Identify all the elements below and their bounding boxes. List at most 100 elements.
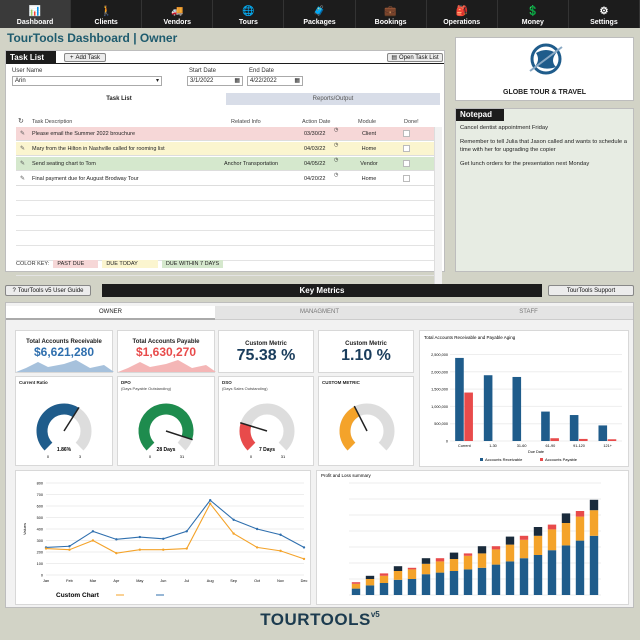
metric-tab-staff[interactable]: STAFF bbox=[424, 306, 633, 320]
user-guide-button[interactable]: ? TourTools v5 User Guide bbox=[5, 285, 91, 296]
nav-tours[interactable]: 🌐 Tours bbox=[213, 0, 285, 28]
nav-operations[interactable]: 🎒 Operations bbox=[427, 0, 498, 28]
line-point bbox=[232, 518, 235, 521]
pl-bar bbox=[365, 579, 375, 586]
task-row[interactable]: ✎ Please email the Summer 2022 brouchure 0… bbox=[16, 127, 434, 141]
line-point bbox=[138, 535, 142, 539]
metric-tab-managment[interactable]: MANAGMENT bbox=[215, 306, 424, 320]
kpi-sparkline bbox=[16, 360, 114, 372]
task-row[interactable]: ✎ Send seating chart to Tom Anchor Transpo… bbox=[16, 157, 434, 171]
task-edit-icon[interactable]: ✎ bbox=[20, 145, 25, 152]
kpi-value: 75.38 % bbox=[236, 347, 296, 364]
nav-label: Money bbox=[521, 19, 544, 26]
nav-dashboard[interactable]: 📊 Dashboard bbox=[0, 0, 72, 28]
task-description: Mary from the Hilton in Nashville called… bbox=[32, 145, 165, 152]
notepad-line: Cancel dentist appointment Friday bbox=[460, 125, 548, 131]
task-edit-icon[interactable]: ✎ bbox=[20, 175, 25, 182]
y-tick-label: 2,500,000 bbox=[431, 353, 448, 357]
nav-packages[interactable]: 🧳 Packages bbox=[284, 0, 356, 28]
gauge-title: DPO bbox=[121, 380, 131, 385]
gauge-card: Current Ratio 1.86% 0 3 bbox=[15, 376, 113, 466]
start-date-label: Start Date bbox=[189, 68, 217, 74]
legend-swatch bbox=[540, 458, 543, 461]
key-metrics-header: Key Metrics bbox=[102, 284, 542, 297]
x-tick-label: Apr bbox=[113, 579, 120, 583]
task-related-info: Anchor Transportation bbox=[224, 160, 279, 167]
bookings-icon: 💼 bbox=[384, 6, 397, 17]
refresh-icon[interactable]: ↻ bbox=[18, 117, 24, 125]
metric-tab-owner[interactable]: OWNER bbox=[6, 306, 215, 320]
gauge: 7 Days 0 31 bbox=[239, 403, 295, 459]
aging-chart-card: Total Accounts Receivable and Payable Ag… bbox=[419, 330, 629, 467]
task-row[interactable]: ✎ Final payment due for August Brodway To… bbox=[16, 172, 434, 186]
x-tick-label: 91-120 bbox=[573, 444, 585, 448]
x-tick-label: May bbox=[136, 579, 143, 583]
user-name-select[interactable]: Arin ▾ bbox=[12, 76, 162, 86]
task-action-date: 04/05/22 bbox=[304, 160, 326, 167]
line-point bbox=[232, 532, 235, 535]
support-button[interactable]: TourTools Support bbox=[548, 285, 634, 296]
x-tick-label: Dec bbox=[301, 579, 308, 583]
pl-bar bbox=[575, 540, 585, 595]
nav-label: Clients bbox=[94, 19, 118, 26]
task-edit-icon[interactable]: ✎ bbox=[20, 160, 25, 167]
task-row[interactable]: ✎ Mary from the Hilton in Nashville calle… bbox=[16, 142, 434, 156]
line-point bbox=[208, 499, 212, 502]
line-point bbox=[279, 549, 282, 553]
y-tick-label: 100 bbox=[37, 562, 43, 566]
settings-icon: ⚙ bbox=[599, 6, 609, 17]
add-task-button[interactable]: + Add Task bbox=[64, 53, 106, 62]
gauge-title: Current Ratio bbox=[19, 380, 48, 385]
nav-clients[interactable]: 🚶 Clients bbox=[71, 0, 143, 28]
tab-reports-output[interactable]: Reports/Output bbox=[226, 93, 440, 105]
x-tick-label: 61-90 bbox=[545, 444, 555, 448]
nav-money[interactable]: 💲 Money bbox=[498, 0, 569, 28]
y-tick-label: 0 bbox=[41, 574, 43, 578]
y-tick-label: 1,500,000 bbox=[431, 388, 448, 392]
kpi-card: Total Accounts Receivable $6,621,280 bbox=[15, 330, 114, 373]
pl-bar bbox=[351, 582, 361, 584]
table-scrollbar[interactable] bbox=[434, 127, 442, 297]
nav-settings[interactable]: ⚙ Settings bbox=[569, 0, 640, 28]
start-date-input[interactable]: 3/1/2022 ▦ bbox=[187, 76, 243, 86]
gauge: 1.86% 0 3 bbox=[36, 403, 92, 459]
kpi-value: $6,621,280 bbox=[33, 345, 95, 359]
kpi-value: $1,630,270 bbox=[135, 345, 197, 359]
task-action-date: 04/03/22 bbox=[304, 145, 326, 152]
done-checkbox[interactable] bbox=[403, 145, 410, 152]
open-task-list-button[interactable]: ▤ Open Task List bbox=[387, 53, 443, 62]
line-point bbox=[255, 546, 259, 549]
done-checkbox[interactable] bbox=[403, 160, 410, 167]
pl-bar bbox=[477, 553, 487, 568]
aging-bar bbox=[579, 438, 588, 441]
task-module: Client bbox=[361, 130, 377, 137]
line-point bbox=[162, 537, 165, 540]
line-point bbox=[91, 539, 95, 542]
end-date-input[interactable]: 4/22/2022 ▦ bbox=[247, 76, 303, 86]
pl-bar bbox=[393, 571, 403, 580]
kpi-card: Custom Metric 1.10 % bbox=[318, 330, 414, 373]
done-checkbox[interactable] bbox=[403, 130, 410, 137]
notepad-line: Get lunch orders for the presentation ne… bbox=[460, 161, 590, 167]
task-action-date: 03/30/22 bbox=[304, 130, 326, 137]
footer-brand: TOURTOOLS bbox=[260, 610, 371, 629]
plus-icon: + bbox=[69, 54, 74, 61]
kpi-sparkline bbox=[118, 360, 216, 372]
tab-task-list[interactable]: Task List bbox=[12, 93, 226, 105]
aging-bar bbox=[483, 375, 493, 441]
notepad-textarea[interactable]: Cancel dentist appointment Friday Remembe… bbox=[460, 124, 630, 174]
task-edit-icon[interactable]: ✎ bbox=[20, 130, 25, 137]
nav-vendors[interactable]: 🚚 Vendors bbox=[142, 0, 214, 28]
kpi-card: Total Accounts Payable $1,630,270 bbox=[117, 330, 216, 373]
calendar-icon: ▦ bbox=[234, 78, 240, 84]
pl-bar bbox=[505, 536, 515, 545]
clock-icon: ◷ bbox=[334, 172, 339, 178]
y-tick-label: 0 bbox=[446, 440, 448, 444]
pl-bar bbox=[519, 558, 529, 595]
pl-bar bbox=[421, 574, 431, 595]
gauge-value: 1.86% bbox=[57, 447, 72, 453]
pl-bar bbox=[449, 559, 459, 571]
pl-bar bbox=[547, 524, 557, 530]
nav-bookings[interactable]: 💼 Bookings bbox=[356, 0, 427, 28]
done-checkbox[interactable] bbox=[403, 175, 410, 182]
